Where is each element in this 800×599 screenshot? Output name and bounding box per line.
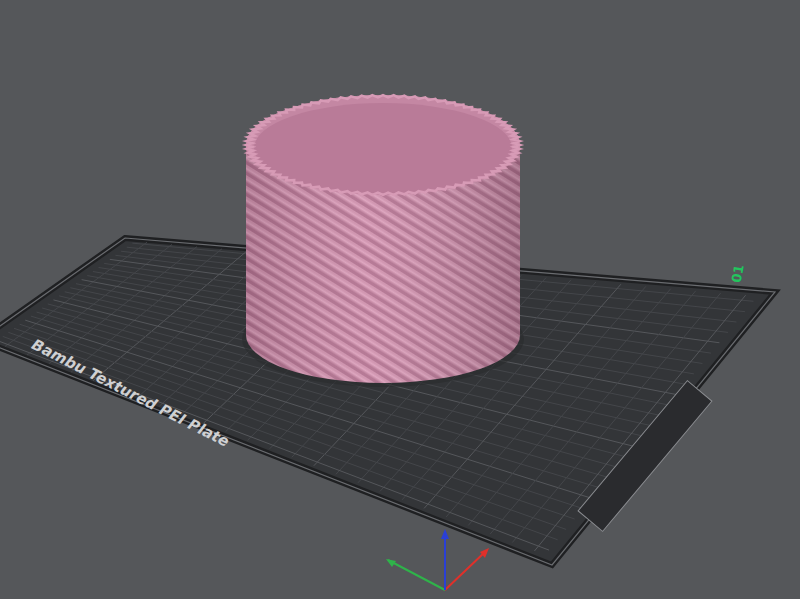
plate-name: Bambu Textured PEI Plate [29,335,232,450]
axes-icon [386,529,489,590]
scene[interactable]: Bambu Textured PEI Plate 01 [0,0,800,599]
model-vase[interactable] [242,95,524,387]
3d-viewport[interactable]: Bambu Textured PEI Plate 01 [0,0,800,599]
plate-label-strip [578,381,712,532]
plate-index[interactable]: 01 [729,263,747,283]
grid-line [512,293,720,542]
grid-line [534,295,745,551]
